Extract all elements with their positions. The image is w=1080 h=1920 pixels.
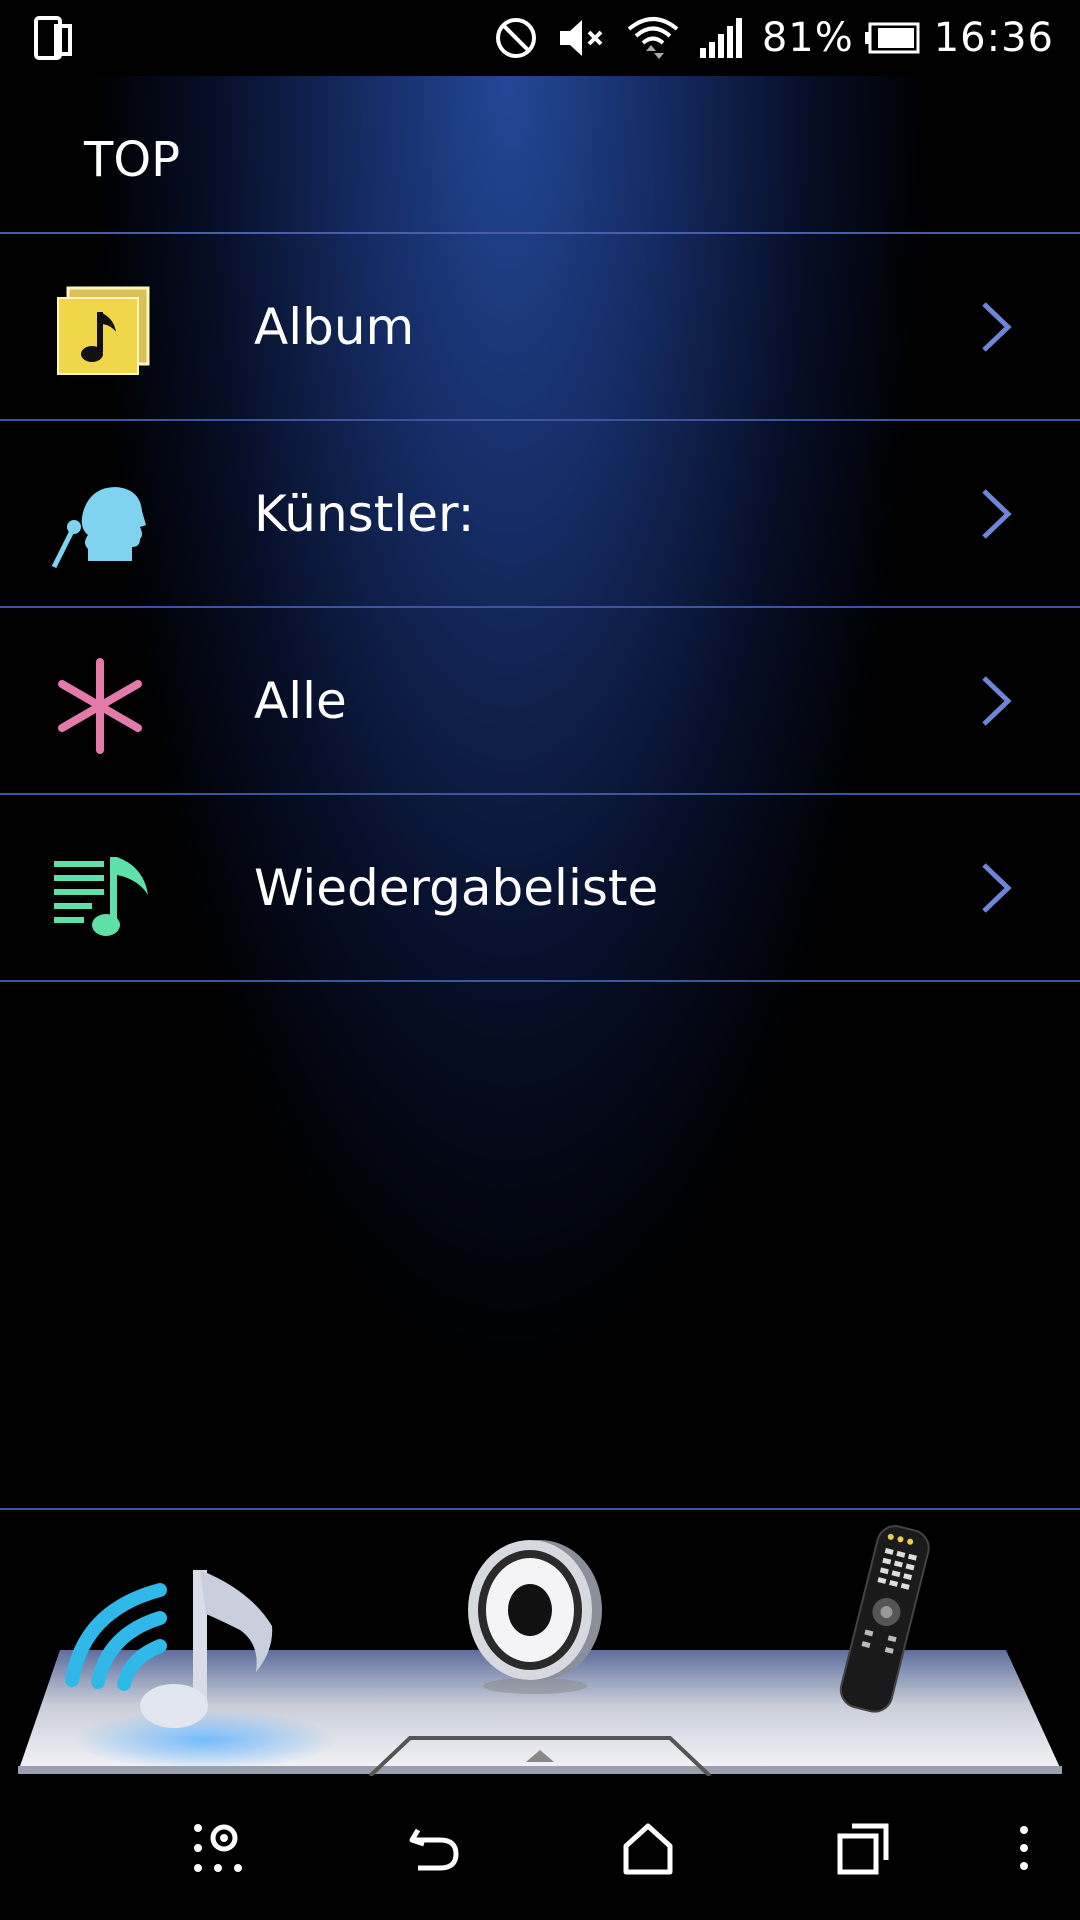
playlist-icon [48,843,158,943]
more-icon[interactable] [1004,1818,1044,1878]
back-icon[interactable] [404,1818,464,1878]
dock [0,1510,1080,1776]
recent-apps-icon[interactable] [834,1818,894,1878]
chevron-right-icon [980,300,1014,354]
muted-icon [556,16,608,60]
screen-mirror-icon [34,16,74,64]
page-title: TOP [84,132,181,188]
menu-item-artist[interactable]: Künstler: [0,421,1080,608]
main-content: TOP Album Künstler: Alle Wiedergabeliste [0,76,1080,1508]
do-not-disturb-icon [494,16,538,60]
menu-item-album[interactable]: Album [0,234,1080,421]
music-stream-icon[interactable] [60,1550,300,1750]
album-icon [48,282,158,382]
chevron-right-icon [980,861,1014,915]
clock: 16:36 [933,15,1054,61]
menu-item-playlist[interactable]: Wiedergabeliste [0,795,1080,982]
menu-item-label: Album [254,298,415,356]
artist-icon [48,469,158,569]
battery-percent: 81% [761,15,854,61]
menu-item-label: Wiedergabeliste [254,859,659,917]
header: TOP [0,76,1080,234]
speaker-icon[interactable] [460,1536,610,1696]
all-icon [48,656,158,756]
chevron-right-icon [980,674,1014,728]
menu-item-label: Künstler: [254,485,475,543]
menu-item-all[interactable]: Alle [0,608,1080,795]
menu-item-label: Alle [254,672,347,730]
battery-icon [864,22,922,54]
status-bar: 81% 16:36 [0,0,1080,76]
menu-list: Album Künstler: Alle Wiedergabeliste [0,234,1080,982]
signal-icon [698,16,744,60]
wifi-icon [626,13,680,63]
remote-control-icon[interactable] [830,1522,940,1722]
navigation-bar [0,1776,1080,1920]
screenshot-settings-icon[interactable] [186,1818,246,1878]
home-icon[interactable] [618,1818,678,1878]
chevron-right-icon [980,487,1014,541]
